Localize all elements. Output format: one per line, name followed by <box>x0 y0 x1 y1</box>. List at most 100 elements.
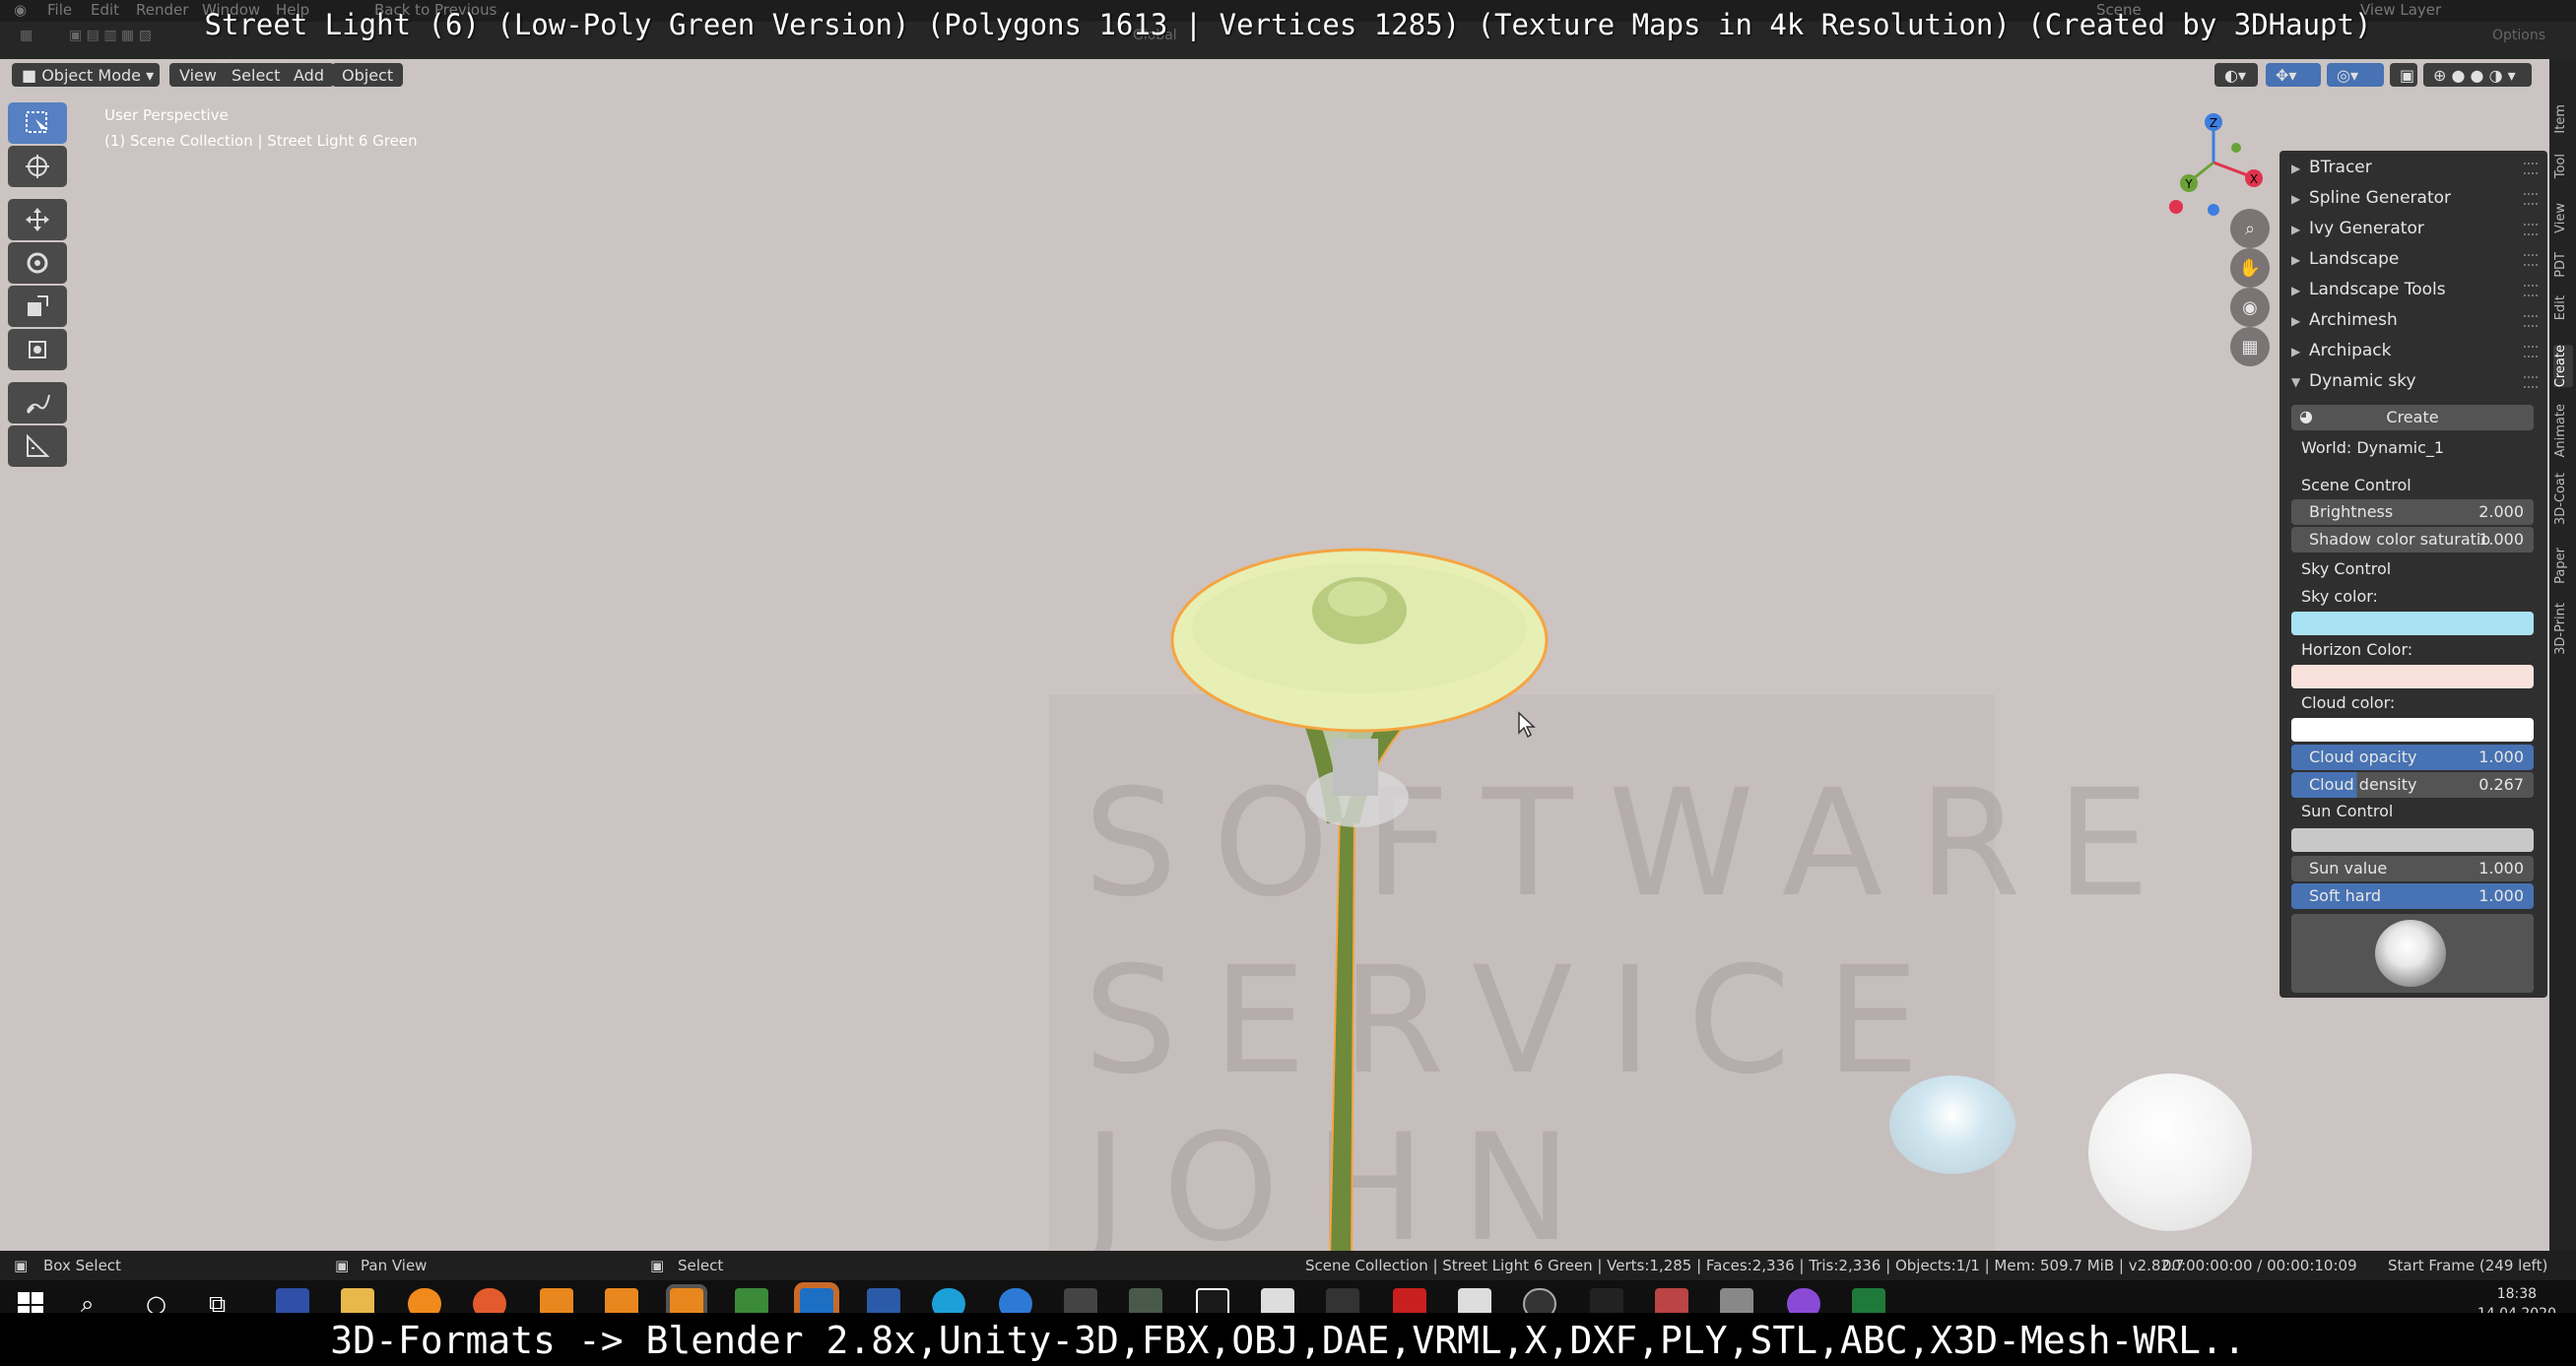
rotate-tool[interactable] <box>8 242 67 284</box>
create-sky-button[interactable]: ◕ Create <box>2291 405 2534 430</box>
cloud-opacity-slider[interactable]: Cloud opacity 1.000 <box>2291 745 2534 770</box>
zoom-icon: ⌕ <box>2244 218 2256 239</box>
gizmo-toggle[interactable]: ✥▾ <box>2266 63 2321 87</box>
overlay-toggle[interactable]: ◎▾ <box>2327 63 2384 87</box>
ortho-toggle-button[interactable]: ▦ <box>2230 327 2270 366</box>
addon-panel-ivy-generator[interactable]: ▶ Ivy Generator <box>2291 216 2538 245</box>
transform-icon <box>29 341 46 358</box>
cloud-color-swatch[interactable] <box>2291 718 2534 742</box>
shadow-saturation-slider[interactable]: Shadow color saturatio 1.000 <box>2291 527 2534 553</box>
brightness-slider[interactable]: Brightness 2.000 <box>2291 499 2534 525</box>
tab-create[interactable]: Create <box>2553 345 2573 388</box>
addon-panel-spline-generator[interactable]: ▶ Spline Generator <box>2291 185 2538 215</box>
hdri-preview-sphere-diffuse <box>2088 1073 2252 1231</box>
clock-time: 18:38 <box>2496 1286 2538 1302</box>
tab-pdt[interactable]: PDT <box>2553 252 2573 278</box>
status-pan-view: Pan View <box>361 1257 428 1274</box>
tab-paper[interactable]: Paper <box>2553 548 2573 584</box>
mouse-right-icon: ▣ <box>650 1257 665 1274</box>
horizon-color-swatch[interactable] <box>2291 665 2534 688</box>
street-light-model[interactable] <box>1133 492 1576 1251</box>
tab-animate[interactable]: Animate <box>2553 404 2573 457</box>
sun-color-swatch[interactable] <box>2291 828 2534 852</box>
triangle-right-icon: ▶ <box>2291 192 2301 206</box>
3d-viewport[interactable]: SOFTWARE SERVICE JOHN ■ Object Mode ▾ Vi… <box>0 59 2549 1251</box>
select-box-tool[interactable] <box>8 102 67 144</box>
addon-panel-landscape-tools[interactable]: ▶ Landscape Tools <box>2291 277 2538 306</box>
measure-icon <box>27 433 50 457</box>
scale-icon <box>28 295 48 316</box>
transform-tool[interactable] <box>8 329 67 370</box>
soft-hard-slider[interactable]: Soft hard 1.000 <box>2291 883 2534 909</box>
mouse-left-icon: ▣ <box>14 1257 29 1274</box>
triangle-right-icon: ▶ <box>2291 253 2301 267</box>
select-box-icon <box>26 111 47 135</box>
tab-edit[interactable]: Edit <box>2553 295 2573 320</box>
sun-control-heading: Sun Control <box>2301 802 2394 820</box>
sky-color-swatch[interactable] <box>2291 612 2534 635</box>
add-menu[interactable]: Add <box>284 63 334 87</box>
scene-control-heading: Scene Control <box>2301 476 2411 494</box>
addon-panel-archipack[interactable]: ▶ Archipack <box>2291 338 2538 367</box>
sidebar-n-panel: ▶ BTracer ▶ Spline Generator ▶ Ivy Generato… <box>2279 151 2547 998</box>
camera-view-button[interactable]: ◉ <box>2230 288 2270 327</box>
sky-color-label: Sky color: <box>2301 587 2378 606</box>
cursor-tool[interactable] <box>8 146 67 187</box>
view-menu[interactable]: View <box>169 63 227 87</box>
drag-grip-icon[interactable] <box>2524 285 2538 296</box>
pan-view-button[interactable]: ✋ <box>2230 248 2270 288</box>
addon-panel-archimesh[interactable]: ▶ Archimesh <box>2291 307 2538 337</box>
object-menu[interactable]: Object <box>332 63 404 87</box>
select-menu[interactable]: Select <box>222 63 291 87</box>
tab-3d-print[interactable]: 3D-Print <box>2553 603 2573 655</box>
drag-grip-icon[interactable] <box>2524 346 2538 358</box>
tab-item[interactable]: Item <box>2553 104 2573 134</box>
drag-grip-icon[interactable] <box>2524 376 2538 388</box>
grid-icon: ▦ <box>2241 336 2259 358</box>
world-icon: ◕ <box>2299 407 2313 425</box>
addon-panel-landscape[interactable]: ▶ Landscape <box>2291 246 2538 276</box>
triangle-right-icon: ▶ <box>2291 284 2301 297</box>
sun-preview-panel <box>2291 914 2534 993</box>
tab-tool[interactable]: Tool <box>2553 154 2573 178</box>
addon-panel-dynamic-sky[interactable]: ▼ Dynamic sky <box>2291 368 2538 398</box>
tab-view[interactable]: View <box>2553 203 2573 233</box>
triangle-right-icon: ▶ <box>2291 314 2301 328</box>
tab-3d-coat[interactable]: 3D-Coat <box>2553 473 2573 525</box>
cloud-color-label: Cloud color: <box>2301 693 2396 712</box>
sky-control-heading: Sky Control <box>2301 559 2392 578</box>
drag-grip-icon[interactable] <box>2524 315 2538 327</box>
cloud-density-slider[interactable]: Cloud density 0.267 <box>2291 772 2534 798</box>
drag-grip-icon[interactable] <box>2524 224 2538 235</box>
chevron-down-icon: ▾ <box>141 66 155 85</box>
drag-grip-icon[interactable] <box>2524 163 2538 174</box>
zoom-view-button[interactable]: ⌕ <box>2230 209 2270 248</box>
object-mode-icon: ■ <box>22 66 42 85</box>
visibility-dropdown[interactable]: ◐▾ <box>2214 63 2258 87</box>
navigation-gizmo[interactable]: Z X Y <box>2159 108 2268 217</box>
addon-panel-btracer[interactable]: ▶ BTracer <box>2291 155 2538 184</box>
active-object-label: (1) Scene Collection | Street Light 6 Gr… <box>104 132 418 150</box>
cursor-icon <box>26 155 49 178</box>
measure-tool[interactable] <box>8 425 67 467</box>
annotate-tool[interactable] <box>8 382 67 423</box>
scale-tool[interactable] <box>8 286 67 327</box>
bottom-caption-overlay: 3D-Formats -> Blender 2.8x,Unity-3D,FBX,… <box>0 1313 2576 1366</box>
shading-modes[interactable]: ⊕ ● ● ◑ ▾ <box>2423 63 2532 87</box>
status-box-select: Box Select <box>43 1257 121 1274</box>
drag-grip-icon[interactable] <box>2524 254 2538 266</box>
status-select: Select <box>678 1257 724 1274</box>
hand-icon: ✋ <box>2238 257 2262 279</box>
object-mode-dropdown[interactable]: ■ Object Mode ▾ <box>12 63 160 87</box>
xray-toggle[interactable]: ▣ <box>2390 63 2417 87</box>
camera-icon: ◉ <box>2242 296 2258 318</box>
horizon-color-label: Horizon Color: <box>2301 640 2413 659</box>
sun-value-slider[interactable]: Sun value 1.000 <box>2291 856 2534 881</box>
title-overlay: Street Light (6) (Low-Poly Green Version… <box>204 8 2372 41</box>
hdri-preview-sphere-glossy <box>1889 1075 2015 1174</box>
triangle-right-icon: ▶ <box>2291 162 2301 175</box>
move-tool[interactable] <box>8 199 67 240</box>
drag-grip-icon[interactable] <box>2524 193 2538 205</box>
status-bar: ▣ Box Select ▣ Pan View ▣ Select Scene C… <box>0 1251 2576 1280</box>
mouse-middle-icon: ▣ <box>335 1257 350 1274</box>
